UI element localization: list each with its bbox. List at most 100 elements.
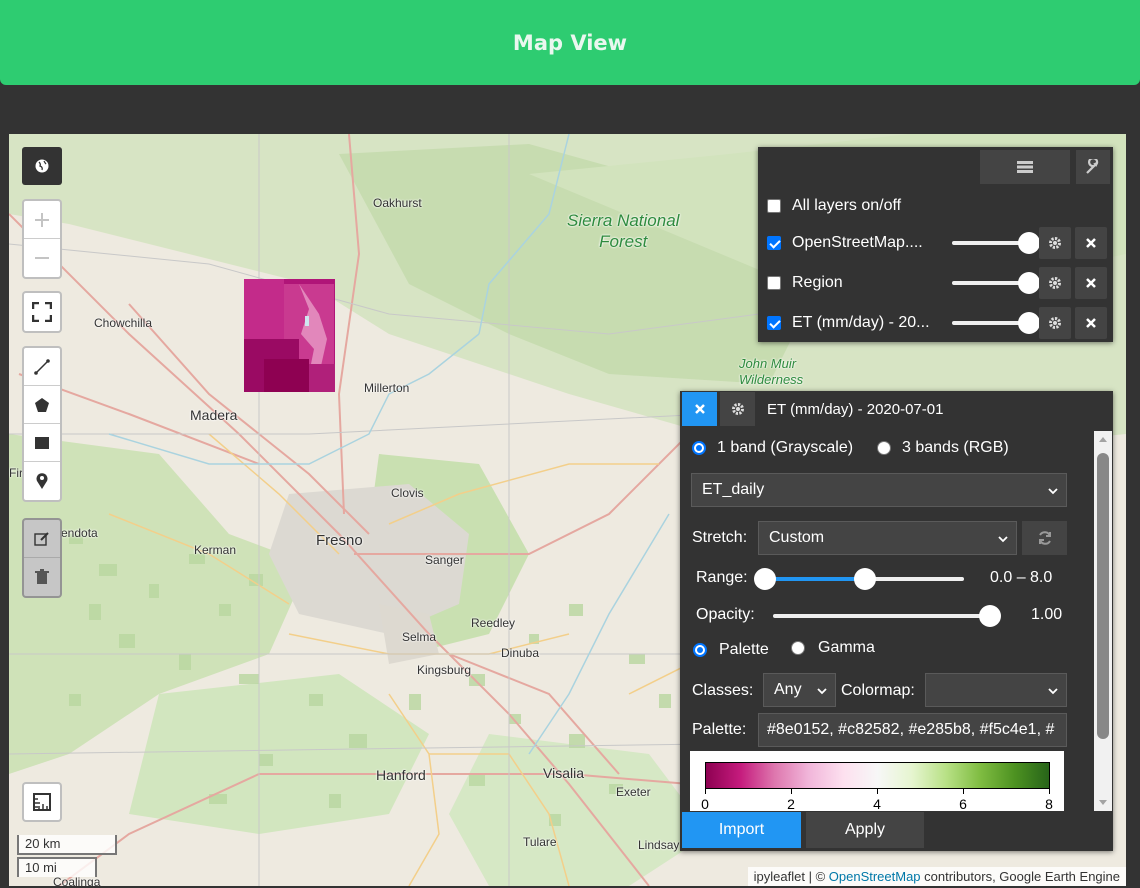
- band-select[interactable]: ET_daily: [691, 473, 1067, 507]
- scroll-down-icon: [1099, 800, 1107, 805]
- gamma-mode-radio[interactable]: [791, 641, 805, 655]
- close-icon: [694, 404, 705, 414]
- ruler-icon: [33, 793, 51, 811]
- opacity-slider[interactable]: [773, 614, 990, 618]
- scale-km: 20 km: [17, 835, 117, 855]
- slider-knob[interactable]: [1018, 272, 1040, 294]
- colorbar-gradient: [705, 762, 1050, 789]
- measure-button[interactable]: [22, 782, 62, 822]
- scroll-thumb[interactable]: [1097, 453, 1109, 739]
- range-value: 0.0 – 8.0: [990, 569, 1053, 586]
- slider-knob[interactable]: [1018, 312, 1040, 334]
- classes-select-value: Any: [774, 681, 802, 698]
- attribution-prefix: ipyleaflet | ©: [753, 869, 829, 884]
- palette-mode-radio[interactable]: [693, 643, 707, 657]
- gear-icon: [731, 403, 744, 415]
- gear-icon: [1049, 277, 1061, 289]
- place-selma: Selma: [402, 630, 437, 644]
- layer-et-remove-button[interactable]: [1075, 307, 1107, 339]
- stretch-select[interactable]: Custom: [758, 521, 1017, 555]
- apply-button[interactable]: Apply: [806, 812, 924, 848]
- layer-osm-checkbox[interactable]: [767, 236, 781, 250]
- close-panel-button[interactable]: [682, 392, 717, 426]
- draw-polyline-button[interactable]: [24, 348, 60, 386]
- rectangle-icon: [35, 436, 49, 449]
- globe-icon: [35, 159, 49, 173]
- colorbar-tickmark: [705, 789, 706, 794]
- osm-link[interactable]: OpenStreetMap: [829, 869, 921, 884]
- layer-osm-settings-button[interactable]: [1039, 227, 1071, 259]
- range-label: Range:: [696, 569, 748, 586]
- refresh-stretch-button[interactable]: [1022, 521, 1067, 555]
- scale-mi: 10 mi: [17, 857, 97, 877]
- range-slider-fill: [765, 577, 865, 581]
- draw-rectangle-button[interactable]: [24, 424, 60, 462]
- place-lindsay: Lindsay: [638, 838, 680, 852]
- range-min-knob[interactable]: [754, 568, 776, 590]
- polygon-icon: [35, 397, 49, 412]
- palette-label: Palette:: [692, 721, 747, 738]
- edit-layers-button[interactable]: [24, 520, 60, 558]
- close-icon: [1086, 318, 1096, 328]
- opacity-label: Opacity:: [696, 606, 755, 623]
- layer-et-checkbox[interactable]: [767, 316, 781, 330]
- zoom-out-button[interactable]: [24, 239, 60, 277]
- layer-row-region: Region: [766, 266, 1111, 300]
- layer-region-settings-button[interactable]: [1039, 267, 1071, 299]
- layer-osm-label: OpenStreetMap....: [792, 234, 923, 251]
- layer-osm-remove-button[interactable]: [1075, 227, 1107, 259]
- range-max-knob[interactable]: [853, 568, 876, 590]
- all-layers-label: All layers on/off: [792, 197, 902, 214]
- place-john-muir: John Muir Wilderness: [739, 356, 804, 387]
- gamma-mode-label: Gamma: [818, 639, 875, 656]
- chevron-down-icon: [817, 688, 827, 695]
- place-clovis: Clovis: [391, 486, 424, 500]
- draw-marker-button[interactable]: [24, 462, 60, 500]
- polyline-icon: [34, 358, 50, 375]
- colormap-select[interactable]: [925, 673, 1067, 707]
- layer-manager-panel: All layers on/off OpenStreetMap.... Regi…: [758, 147, 1113, 342]
- layers-toggle-button[interactable]: [980, 150, 1070, 184]
- band-mode-rgb-label: 3 bands (RGB): [902, 439, 1009, 456]
- band-mode-grayscale-label: 1 band (Grayscale): [717, 439, 854, 456]
- chevron-down-icon: [1048, 688, 1058, 695]
- refresh-icon: [1038, 531, 1051, 545]
- layer-region-checkbox[interactable]: [767, 276, 781, 290]
- layer-region-remove-button[interactable]: [1075, 267, 1107, 299]
- zoom-in-button[interactable]: [24, 201, 60, 239]
- opacity-knob[interactable]: [979, 605, 1001, 627]
- draw-polygon-button[interactable]: [24, 386, 60, 424]
- layer-et-settings-button[interactable]: [1039, 307, 1071, 339]
- layer-row-et: ET (mm/day) - 20...: [766, 306, 1111, 340]
- basemap-toggle-button[interactable]: [22, 147, 62, 185]
- slider-knob[interactable]: [1018, 232, 1040, 254]
- zoom-control: [22, 199, 62, 279]
- plus-icon: [35, 212, 49, 227]
- layer-region-opacity-slider[interactable]: [952, 272, 1040, 294]
- panel-settings-button[interactable]: [720, 392, 755, 426]
- classes-select[interactable]: Any: [763, 673, 836, 707]
- wrench-icon: [1086, 159, 1099, 174]
- map-attribution: ipyleaflet | © OpenStreetMap contributor…: [747, 867, 1126, 886]
- page-title: Map View: [512, 30, 628, 55]
- place-hanford: Hanford: [376, 767, 426, 783]
- import-button[interactable]: Import: [682, 812, 801, 848]
- attribution-suffix: contributors, Google Earth Engine: [920, 869, 1120, 884]
- marker-icon: [36, 473, 48, 489]
- all-layers-checkbox[interactable]: [767, 199, 781, 213]
- place-exeter: Exeter: [616, 785, 651, 799]
- vis-params-panel: ET (mm/day) - 2020-07-01 1 band (Graysca…: [680, 391, 1113, 851]
- band-mode-rgb-radio[interactable]: [877, 441, 891, 455]
- layer-et-opacity-slider[interactable]: [952, 312, 1040, 334]
- draw-toolbar: [22, 346, 62, 502]
- palette-input[interactable]: #8e0152, #c82582, #e285b8, #f5c4e1, #: [758, 713, 1067, 747]
- toolbar-wrench-button[interactable]: [1076, 150, 1110, 184]
- fullscreen-button[interactable]: [22, 291, 62, 333]
- band-mode-grayscale-radio[interactable]: [692, 441, 706, 455]
- stretch-label: Stretch:: [692, 529, 748, 546]
- vis-panel-scrollbar[interactable]: [1094, 431, 1112, 811]
- layer-osm-opacity-slider[interactable]: [952, 232, 1040, 254]
- delete-layers-button[interactable]: [24, 558, 60, 596]
- place-dinuba: Dinuba: [501, 646, 540, 660]
- colorbar-tick: 8: [1045, 796, 1053, 812]
